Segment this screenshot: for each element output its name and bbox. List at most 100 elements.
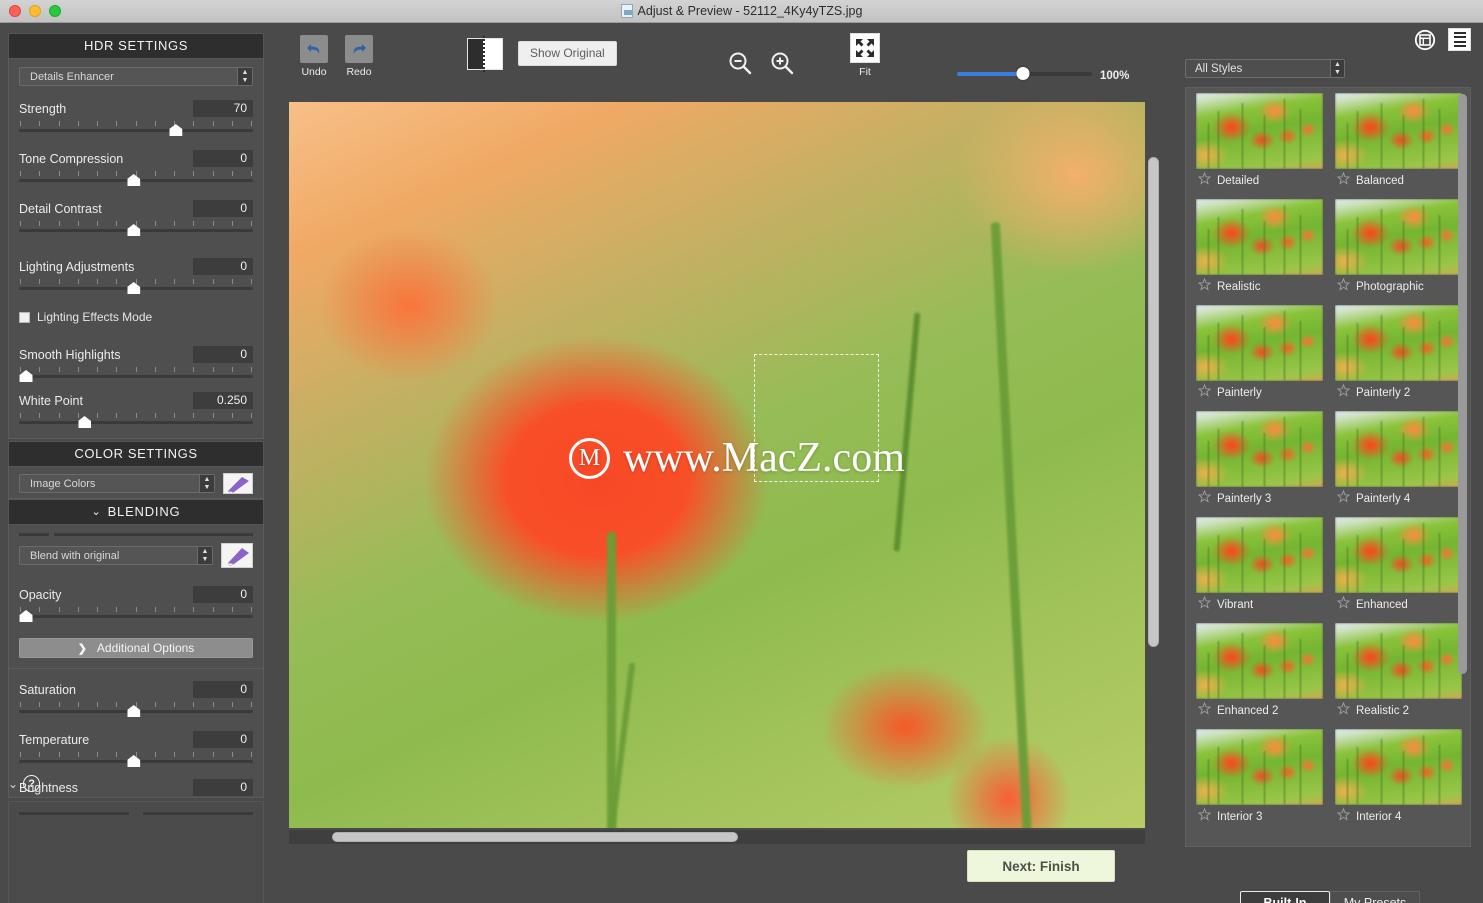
slider-strength[interactable]: Strength 70 bbox=[19, 100, 253, 136]
list-view-button[interactable] bbox=[1448, 28, 1471, 51]
image-colors-dropdown[interactable]: Image Colors ▲ ▼ bbox=[19, 474, 215, 493]
style-thumbnail[interactable] bbox=[1196, 93, 1323, 169]
style-card[interactable]: Painterly 4 bbox=[1335, 411, 1462, 513]
style-thumbnail[interactable] bbox=[1335, 93, 1462, 169]
slider-saturation-track[interactable] bbox=[19, 701, 253, 717]
styles-grid-container[interactable]: Detailed Balanced Realistic Photographic Pai… bbox=[1185, 87, 1471, 847]
zoom-slider-thumb[interactable] bbox=[1016, 67, 1030, 80]
style-card[interactable]: Interior 4 bbox=[1335, 729, 1462, 831]
slider-smooth-highlights-value[interactable]: 0 bbox=[193, 346, 253, 363]
slider-white-point-track[interactable] bbox=[19, 412, 253, 428]
favorite-star-icon[interactable] bbox=[1197, 701, 1212, 720]
favorite-star-icon[interactable] bbox=[1197, 171, 1212, 190]
blend-mode-dropdown[interactable]: Blend with original ▲ ▼ bbox=[19, 546, 213, 565]
preview-horizontal-scrollbar[interactable] bbox=[289, 830, 1145, 844]
slider-temperature-track[interactable] bbox=[19, 751, 253, 767]
style-card[interactable]: Painterly 3 bbox=[1196, 411, 1323, 513]
slider-lighting-adjustments[interactable]: Lighting Adjustments 0 bbox=[19, 258, 253, 294]
favorite-star-icon[interactable] bbox=[1197, 807, 1212, 826]
fit-button[interactable]: Fit bbox=[850, 33, 880, 78]
slider-strength-value[interactable]: 70 bbox=[193, 100, 253, 117]
show-original-button[interactable]: Show Original bbox=[518, 41, 617, 66]
favorite-star-icon[interactable] bbox=[1336, 171, 1351, 190]
style-thumbnail[interactable] bbox=[1196, 517, 1323, 593]
slider-opacity-track[interactable] bbox=[19, 606, 253, 622]
chevron-down-icon[interactable]: ⌄ bbox=[8, 777, 18, 791]
style-thumbnail[interactable] bbox=[1335, 199, 1462, 275]
style-card[interactable]: Painterly bbox=[1196, 305, 1323, 407]
lighting-effects-mode-row[interactable]: Lighting Effects Mode bbox=[19, 310, 253, 324]
style-thumbnail[interactable] bbox=[1335, 729, 1462, 805]
slider-detail-contrast-track[interactable] bbox=[19, 220, 253, 236]
tab-built-in[interactable]: Built-In bbox=[1240, 891, 1330, 903]
style-thumbnail[interactable] bbox=[1196, 729, 1323, 805]
zoom-in-button[interactable] bbox=[769, 50, 795, 81]
favorite-star-icon[interactable] bbox=[1336, 489, 1351, 508]
slider-opacity-value[interactable]: 0 bbox=[193, 586, 253, 603]
style-card[interactable]: Painterly 2 bbox=[1335, 305, 1462, 407]
zoom-slider[interactable] bbox=[957, 67, 1092, 80]
slider-detail-contrast-value[interactable]: 0 bbox=[193, 200, 253, 217]
style-thumbnail[interactable] bbox=[1335, 305, 1462, 381]
favorite-star-icon[interactable] bbox=[1197, 383, 1212, 402]
style-card[interactable]: Vibrant bbox=[1196, 517, 1323, 619]
slider-temperature[interactable]: Temperature 0 bbox=[19, 731, 253, 767]
style-thumbnail[interactable] bbox=[1196, 623, 1323, 699]
slider-tone-compression-track[interactable] bbox=[19, 170, 253, 186]
scrollbar-thumb[interactable] bbox=[1148, 157, 1159, 647]
style-thumbnail[interactable] bbox=[1335, 517, 1462, 593]
slider-temperature-value[interactable]: 0 bbox=[193, 731, 253, 748]
slider-detail-contrast[interactable]: Detail Contrast 0 bbox=[19, 200, 253, 236]
favorite-star-icon[interactable] bbox=[1197, 595, 1212, 614]
style-thumbnail[interactable] bbox=[1196, 199, 1323, 275]
slider-tone-compression-value[interactable]: 0 bbox=[193, 150, 253, 167]
slider-lighting-adjustments-value[interactable]: 0 bbox=[193, 258, 253, 275]
style-thumbnail[interactable] bbox=[1335, 623, 1462, 699]
slider-lighting-adjustments-track[interactable] bbox=[19, 278, 253, 294]
style-card[interactable]: Photographic bbox=[1335, 199, 1462, 301]
slider-tone-compression[interactable]: Tone Compression 0 bbox=[19, 150, 253, 186]
blend-brush-button[interactable] bbox=[221, 543, 253, 568]
split-view-icon[interactable] bbox=[467, 36, 503, 72]
styles-filter-dropdown[interactable]: All Styles ▲ ▼ bbox=[1185, 59, 1345, 78]
blending-header[interactable]: ⌄ BLENDING bbox=[8, 499, 264, 525]
style-thumbnail[interactable] bbox=[1335, 411, 1462, 487]
slider-smooth-highlights-track[interactable] bbox=[19, 366, 253, 382]
next-finish-button[interactable]: Next: Finish bbox=[967, 850, 1115, 882]
favorite-star-icon[interactable] bbox=[1197, 489, 1212, 508]
undo-button[interactable]: Undo bbox=[300, 35, 328, 78]
style-card[interactable]: Enhanced bbox=[1335, 517, 1462, 619]
preview-image[interactable]: M www.MacZ.com bbox=[289, 102, 1145, 828]
style-thumbnail[interactable] bbox=[1196, 305, 1323, 381]
style-card[interactable]: Detailed bbox=[1196, 93, 1323, 195]
slider-white-point-value[interactable]: 0.250 bbox=[193, 392, 253, 409]
scrollbar-thumb[interactable] bbox=[1458, 94, 1467, 674]
favorite-star-icon[interactable] bbox=[1336, 277, 1351, 296]
tonemapping-method-dropdown[interactable]: Details Enhancer ▲ ▼ bbox=[19, 67, 253, 86]
slider-opacity[interactable]: Opacity 0 bbox=[19, 586, 253, 622]
slider-saturation[interactable]: Saturation 0 bbox=[19, 681, 253, 717]
question-mark-icon[interactable]: ? bbox=[23, 775, 41, 792]
scrollbar-thumb[interactable] bbox=[332, 832, 738, 842]
zoom-out-button[interactable] bbox=[727, 50, 753, 81]
favorite-star-icon[interactable] bbox=[1336, 701, 1351, 720]
preview-vertical-scrollbar[interactable] bbox=[1148, 109, 1159, 821]
slider-smooth-highlights[interactable]: Smooth Highlights 0 bbox=[19, 346, 253, 382]
favorite-star-icon[interactable] bbox=[1336, 807, 1351, 826]
help-row[interactable]: ⌄ ? bbox=[8, 775, 264, 792]
redo-button[interactable]: Redo bbox=[345, 35, 373, 78]
slider-white-point[interactable]: White Point 0.250 bbox=[19, 392, 253, 428]
color-brush-button[interactable] bbox=[223, 473, 253, 494]
favorite-star-icon[interactable] bbox=[1336, 383, 1351, 402]
style-card[interactable]: Realistic bbox=[1196, 199, 1323, 301]
style-thumbnail[interactable] bbox=[1196, 411, 1323, 487]
lighting-effects-mode-checkbox[interactable] bbox=[19, 311, 30, 323]
style-card[interactable]: Balanced bbox=[1335, 93, 1462, 195]
additional-options-button[interactable]: ❯ Additional Options bbox=[19, 638, 253, 658]
style-card[interactable]: Interior 3 bbox=[1196, 729, 1323, 831]
favorite-star-icon[interactable] bbox=[1197, 277, 1212, 296]
styles-scrollbar[interactable] bbox=[1458, 94, 1467, 834]
color-settings-header[interactable]: COLOR SETTINGS bbox=[8, 441, 264, 467]
tab-my-presets[interactable]: My Presets bbox=[1330, 891, 1420, 903]
slider-strength-track[interactable] bbox=[19, 120, 253, 136]
